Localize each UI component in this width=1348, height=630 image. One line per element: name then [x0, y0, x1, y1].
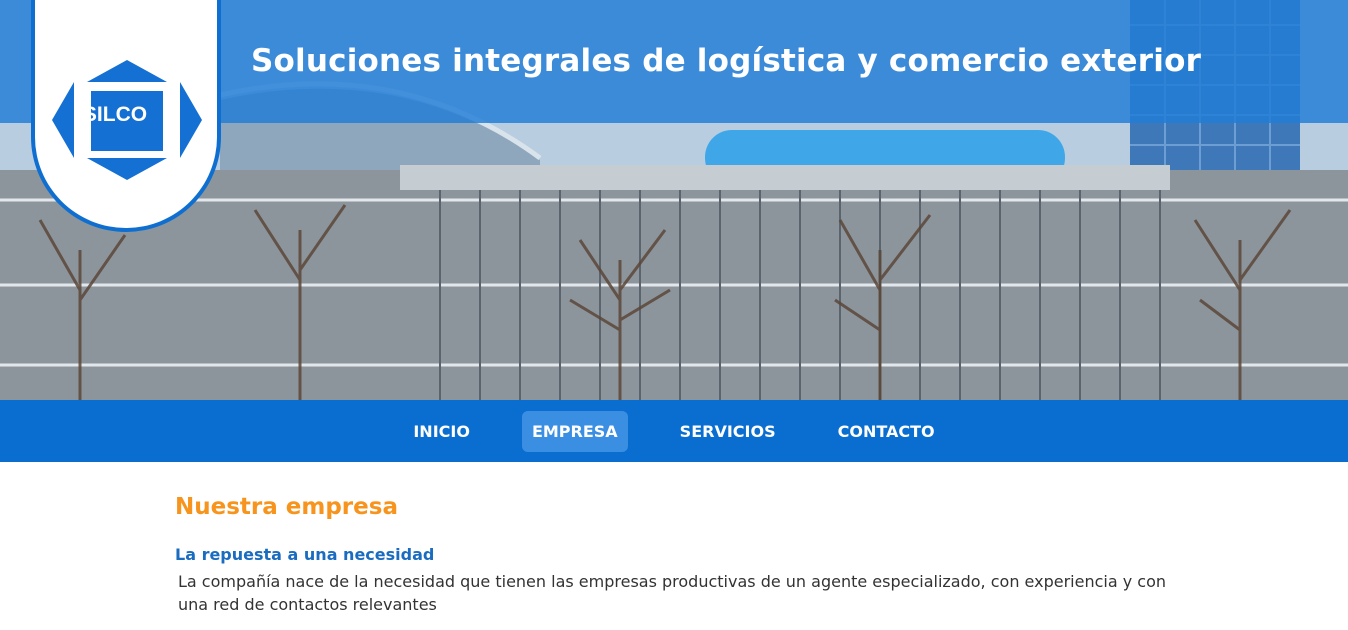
intro-paragraph: La compañía nace de la necesidad que tie… — [178, 572, 1166, 614]
logo-badge[interactable]: SILCO — [31, 0, 221, 232]
nav-item-empresa[interactable]: EMPRESA — [521, 410, 628, 452]
page-title: Nuestra empresa — [175, 494, 398, 520]
main-navigation: INICIO EMPRESA SERVICIOS CONTACTO — [0, 400, 1348, 462]
nav-item-contacto[interactable]: CONTACTO — [828, 411, 945, 452]
hero-header: Soluciones integrales de logística y com… — [0, 0, 1348, 400]
site-tagline: Soluciones integrales de logística y com… — [251, 43, 1202, 79]
logo-text: SILCO — [82, 103, 148, 126]
section-subtitle: La repuesta a una necesidad — [175, 545, 435, 564]
nav-item-inicio[interactable]: INICIO — [403, 411, 480, 452]
nav-item-servicios[interactable]: SERVICIOS — [670, 411, 786, 452]
